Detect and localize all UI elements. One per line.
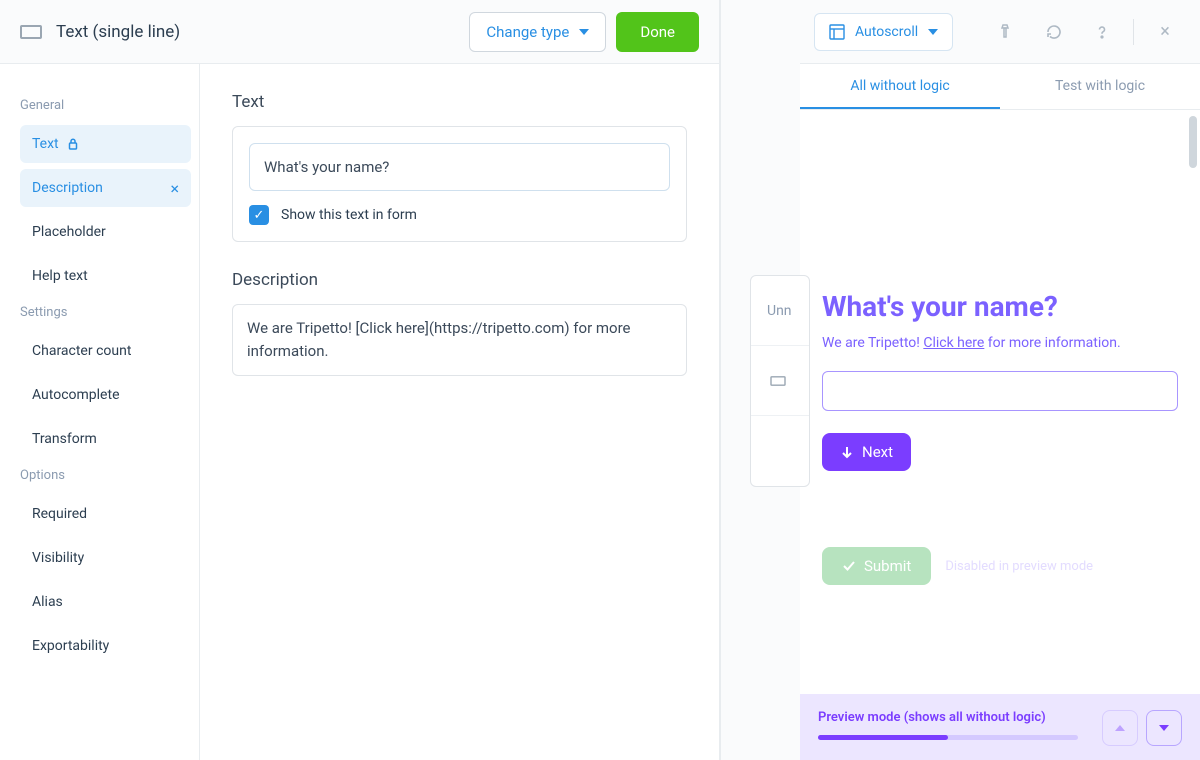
pager-prev-button[interactable] [1102, 710, 1138, 746]
editor-form: Text ✓ Show this text in form Descriptio… [200, 64, 719, 760]
change-type-label: Change type [486, 23, 569, 41]
next-button[interactable]: Next [822, 433, 911, 471]
preview-mode-label: Preview mode (shows all without logic) [818, 710, 1092, 725]
preview-footer: Preview mode (shows all without logic) [800, 694, 1200, 760]
sidebar-item-label: Description [32, 180, 103, 196]
preview-pane: Autoscroll × All without logic Test with… [800, 0, 1200, 760]
chevron-up-icon [1115, 725, 1125, 731]
sidebar-heading-general: General [20, 98, 199, 113]
sidebar-item-autocomplete[interactable]: Autocomplete [20, 376, 191, 414]
sidebar-item-transform[interactable]: Transform [20, 420, 191, 458]
answer-input[interactable] [822, 371, 1178, 411]
sidebar-item-label: Autocomplete [32, 387, 120, 403]
layout-icon [829, 24, 845, 40]
sidebar-item-label: Visibility [32, 550, 84, 566]
sidebar-item-label: Alias [32, 594, 63, 610]
autoscroll-dropdown[interactable]: Autoscroll [814, 13, 953, 51]
editor-header: Text (single line) Change type Done [0, 0, 719, 64]
editor-pane: Text (single line) Change type Done Gene… [0, 0, 720, 760]
canvas-strip: Unn [720, 0, 800, 760]
preview-pager [1102, 710, 1182, 746]
sidebar-item-label: Transform [32, 431, 97, 447]
sidebar-item-required[interactable]: Required [20, 495, 191, 533]
submit-label: Submit [864, 557, 911, 575]
sidebar-item-label: Text [32, 136, 59, 152]
description-textarea[interactable] [232, 304, 687, 376]
submit-button: Submit [822, 547, 931, 585]
sidebar-item-help-text[interactable]: Help text [20, 257, 191, 295]
sidebar-item-label: Placeholder [32, 224, 106, 240]
checkbox-checked-icon[interactable]: ✓ [249, 205, 269, 225]
sidebar-item-label: Exportability [32, 638, 109, 654]
sidebar-item-exportability[interactable]: Exportability [20, 627, 191, 665]
text-field-icon [770, 376, 785, 386]
section-label-description: Description [232, 270, 687, 290]
show-in-form-row[interactable]: ✓ Show this text in form [249, 205, 670, 225]
preview-viewport: What's your name? We are Tripetto! Click… [800, 110, 1200, 694]
section-label-text: Text [232, 92, 687, 112]
progress-fill [818, 735, 948, 740]
text-input[interactable] [249, 143, 670, 191]
change-type-button[interactable]: Change type [469, 12, 606, 52]
disabled-note: Disabled in preview mode [945, 559, 1093, 574]
sidebar-item-visibility[interactable]: Visibility [20, 539, 191, 577]
sidebar-item-label: Character count [32, 343, 131, 359]
next-label: Next [862, 443, 893, 461]
preview-tabs: All without logic Test with logic [800, 64, 1200, 110]
preview-content: What's your name? We are Tripetto! Click… [800, 110, 1200, 694]
toolbar-divider [1133, 19, 1134, 45]
preview-footer-left: Preview mode (shows all without logic) [818, 710, 1092, 740]
close-icon[interactable]: × [170, 179, 179, 198]
canvas-row-label: Unn [767, 303, 792, 319]
lock-icon [67, 138, 79, 150]
progress-bar [818, 735, 1078, 740]
sidebar-item-description[interactable]: Description × [20, 169, 191, 207]
tab-all-without-logic[interactable]: All without logic [800, 64, 1000, 109]
question-description: We are Tripetto! Click here for more inf… [822, 335, 1178, 351]
done-button[interactable]: Done [616, 12, 699, 52]
editor-title-text: Text (single line) [56, 22, 180, 42]
sidebar-item-label: Help text [32, 268, 88, 284]
question-title: What's your name? [822, 290, 1178, 323]
sidebar: General Text Description × Placeholder H… [0, 64, 200, 760]
sidebar-item-label: Required [32, 506, 87, 522]
refresh-icon[interactable] [1033, 13, 1075, 51]
chevron-down-icon [928, 29, 938, 35]
question-desc-suffix: for more information. [984, 335, 1120, 351]
pager-next-button[interactable] [1146, 710, 1182, 746]
chevron-down-icon [1159, 725, 1169, 731]
sidebar-item-character-count[interactable]: Character count [20, 332, 191, 370]
tab-test-with-logic[interactable]: Test with logic [1000, 64, 1200, 109]
sidebar-item-text[interactable]: Text [20, 125, 191, 163]
text-card: ✓ Show this text in form [232, 126, 687, 242]
scrollbar[interactable] [1189, 116, 1197, 168]
editor-title: Text (single line) [20, 22, 469, 42]
check-icon [842, 559, 856, 573]
editor-body: General Text Description × Placeholder H… [0, 64, 719, 760]
autoscroll-label: Autoscroll [855, 24, 918, 40]
question-desc-prefix: We are Tripetto! [822, 335, 923, 351]
sidebar-item-alias[interactable]: Alias [20, 583, 191, 621]
sidebar-heading-options: Options [20, 468, 199, 483]
text-field-icon [20, 25, 42, 39]
preview-toolbar: Autoscroll × [800, 0, 1200, 64]
show-in-form-label: Show this text in form [281, 207, 417, 223]
sidebar-heading-settings: Settings [20, 305, 199, 320]
close-preview-icon[interactable]: × [1144, 13, 1186, 51]
arrow-down-icon [840, 445, 854, 459]
sidebar-item-placeholder[interactable]: Placeholder [20, 213, 191, 251]
chevron-down-icon [579, 29, 589, 35]
styles-tool-icon[interactable] [985, 13, 1027, 51]
help-icon[interactable] [1081, 13, 1123, 51]
question-desc-link[interactable]: Click here [923, 335, 984, 351]
submit-row: Submit Disabled in preview mode [822, 547, 1178, 585]
